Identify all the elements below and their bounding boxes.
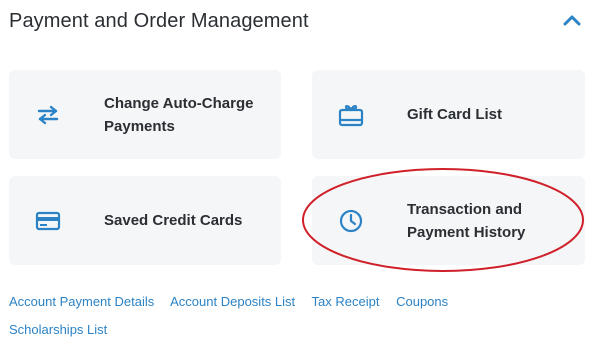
change-auto-charge-card[interactable]: Change Auto-Charge Payments: [9, 70, 281, 159]
chevron-up-icon: [563, 15, 581, 26]
transaction-history-card[interactable]: Transaction and Payment History: [312, 176, 585, 265]
swap-arrows-icon: [33, 100, 63, 130]
link-tax-receipt[interactable]: Tax Receipt: [312, 294, 380, 309]
gift-card-list-card[interactable]: Gift Card List: [312, 70, 585, 159]
link-coupons[interactable]: Coupons: [396, 294, 448, 309]
link-account-deposits-list[interactable]: Account Deposits List: [170, 294, 295, 309]
link-scholarships-list[interactable]: Scholarships List: [9, 322, 107, 337]
gift-card-icon: [336, 100, 366, 130]
quick-links: Account Payment Details Account Deposits…: [9, 288, 569, 344]
collapse-button[interactable]: [561, 11, 583, 29]
card-label: Gift Card List: [407, 106, 503, 123]
saved-credit-cards-card[interactable]: Saved Credit Cards: [9, 176, 281, 265]
clock-icon: [336, 206, 366, 236]
card-label: Saved Credit Cards: [104, 212, 243, 229]
credit-card-icon: [33, 206, 63, 236]
card-label: Change Auto-Charge Payments: [104, 94, 254, 135]
link-account-payment-details[interactable]: Account Payment Details: [9, 294, 154, 309]
card-label: Transaction and Payment History: [407, 200, 526, 241]
section-title: Payment and Order Management: [9, 10, 309, 32]
